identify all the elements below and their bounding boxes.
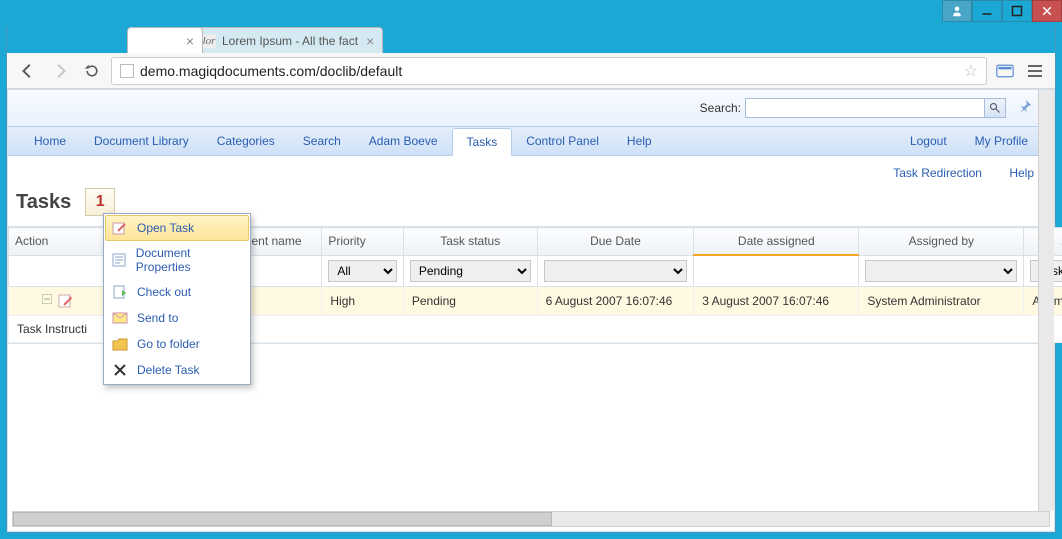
close-button[interactable] (1032, 0, 1062, 22)
browser-window: × lor Lorem Ipsum - All the fact × ☆ Sea… (6, 26, 1056, 533)
browser-tab-lorem[interactable]: lor Lorem Ipsum - All the fact × (191, 27, 383, 53)
col-status[interactable]: Task status (403, 228, 537, 256)
col-action[interactable]: Action (9, 228, 105, 256)
link-task-redirection[interactable]: Task Redirection (893, 166, 982, 180)
cell-due: 6 August 2007 16:07:46 (537, 286, 694, 315)
close-icon[interactable]: × (186, 34, 194, 48)
delete-icon (111, 362, 129, 378)
cell-status: Pending (403, 286, 537, 315)
context-menu: Open Task Document Properties Check out … (103, 213, 251, 385)
properties-icon (111, 252, 128, 268)
folder-icon (111, 336, 129, 352)
app-nav: Home Document Library Categories Search … (8, 126, 1054, 156)
nav-controlpanel[interactable]: Control Panel (512, 128, 613, 154)
filter-by[interactable] (865, 260, 1017, 282)
filter-due[interactable] (544, 260, 688, 282)
search-label: Search: (700, 101, 741, 115)
content: Task Redirection Help Tasks 1 Action (8, 156, 1054, 531)
instr-value: ce (207, 315, 1062, 342)
ctx-doc-properties[interactable]: Document Properties (105, 241, 249, 279)
close-icon[interactable]: × (366, 34, 374, 48)
nav-tasks[interactable]: Tasks (452, 128, 513, 156)
vertical-scrollbar[interactable] (1038, 90, 1054, 511)
maximize-button[interactable] (1002, 0, 1032, 22)
forward-button[interactable] (47, 58, 73, 84)
compat-view-icon[interactable] (993, 59, 1017, 83)
filter-priority[interactable]: All (328, 260, 396, 282)
bookmark-star-icon[interactable]: ☆ (964, 61, 978, 81)
sub-links: Task Redirection Help (8, 164, 1054, 184)
back-button[interactable] (15, 58, 41, 84)
open-task-icon (111, 220, 129, 236)
pin-icon[interactable] (1018, 99, 1036, 117)
url-input[interactable] (140, 63, 964, 79)
nav-search[interactable]: Search (289, 128, 355, 154)
search-input[interactable] (745, 98, 985, 118)
ctx-delete-task[interactable]: Delete Task (105, 357, 249, 383)
nav-help[interactable]: Help (613, 128, 666, 154)
filter-status[interactable]: Pending (410, 260, 531, 282)
page-title: Tasks (16, 191, 71, 214)
collapse-icon[interactable] (39, 293, 55, 309)
browser-toolbar: ☆ (7, 53, 1055, 89)
address-bar[interactable]: ☆ (111, 57, 987, 85)
horizontal-scrollbar[interactable] (12, 511, 1050, 527)
minimize-button[interactable] (972, 0, 1002, 22)
nav-categories[interactable]: Categories (203, 128, 289, 154)
nav-home[interactable]: Home (20, 128, 80, 154)
edit-task-icon[interactable] (58, 293, 74, 309)
search-go-button[interactable] (984, 98, 1006, 118)
ctx-go-to-folder[interactable]: Go to folder (105, 331, 249, 357)
window-titlebar (0, 0, 1062, 26)
nav-user[interactable]: Adam Boeve (355, 128, 452, 154)
app-search-bar: Search: (8, 90, 1054, 126)
cell-by: System Administrator (859, 286, 1024, 315)
browser-tab-active[interactable]: × (127, 27, 203, 53)
col-priority[interactable]: Priority (322, 228, 403, 256)
cell-assigned: 3 August 2007 16:07:46 (694, 286, 859, 315)
ctx-check-out[interactable]: Check out (105, 279, 249, 305)
user-button[interactable] (942, 0, 972, 22)
nav-logout[interactable]: Logout (896, 128, 961, 154)
nav-myprofile[interactable]: My Profile (961, 128, 1042, 154)
cell-priority: High (322, 286, 403, 315)
col-assigned[interactable]: Date assigned (694, 228, 859, 256)
task-count-badge: 1 (85, 188, 115, 216)
reload-button[interactable] (79, 58, 105, 84)
scroll-thumb[interactable] (13, 512, 552, 526)
link-help[interactable]: Help (1009, 166, 1034, 180)
ctx-send-to[interactable]: Send to (105, 305, 249, 331)
nav-doclib[interactable]: Document Library (80, 128, 203, 154)
col-by[interactable]: Assigned by (859, 228, 1024, 256)
page-icon (120, 64, 134, 78)
col-due[interactable]: Due Date (537, 228, 694, 256)
tab-title: Lorem Ipsum - All the fact (222, 34, 358, 48)
checkout-icon (111, 284, 129, 300)
ctx-open-task[interactable]: Open Task (105, 215, 249, 241)
app-root: Search: Home Document Library Categories… (7, 89, 1055, 532)
hamburger-menu-icon[interactable] (1023, 59, 1047, 83)
mail-icon (111, 310, 129, 326)
browser-tabstrip: × lor Lorem Ipsum - All the fact × (7, 26, 1055, 53)
favicon-icon: lor (202, 34, 216, 48)
